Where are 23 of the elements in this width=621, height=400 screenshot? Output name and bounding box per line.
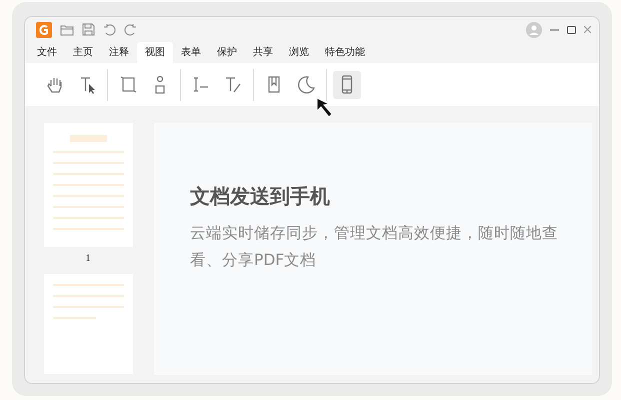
- undo-icon[interactable]: [103, 23, 116, 36]
- menu-tab[interactable]: 注释: [101, 42, 137, 63]
- menu-tab[interactable]: 视图: [137, 42, 173, 63]
- promo-title: 文档发送到手机: [190, 183, 331, 210]
- page-thumbnail[interactable]: [44, 274, 132, 374]
- close-icon[interactable]: [584, 26, 591, 33]
- app-logo-icon: [36, 22, 52, 38]
- menu-tab[interactable]: 保护: [209, 42, 245, 63]
- menu-tab[interactable]: 文件: [29, 42, 65, 63]
- folder-icon[interactable]: [60, 24, 74, 36]
- promo-description: 云端实时储存同步，管理文档高效便捷，随时随地查看、分享PDF文档: [190, 223, 559, 271]
- maximize-icon[interactable]: [567, 25, 576, 34]
- save-icon[interactable]: [82, 23, 95, 36]
- page-number: 1: [86, 253, 90, 264]
- menu-tab[interactable]: 共享: [245, 42, 281, 63]
- menu-tab[interactable]: 特色功能: [317, 42, 373, 63]
- phone-tool-button[interactable]: [333, 70, 361, 98]
- redo-icon[interactable]: [124, 23, 137, 36]
- menu-tab[interactable]: 表单: [173, 42, 209, 63]
- menu-tab[interactable]: 主页: [65, 42, 101, 63]
- menu-tab[interactable]: 浏览: [281, 42, 317, 63]
- page-thumbnail[interactable]: [44, 123, 132, 247]
- moon-icon: [296, 74, 316, 95]
